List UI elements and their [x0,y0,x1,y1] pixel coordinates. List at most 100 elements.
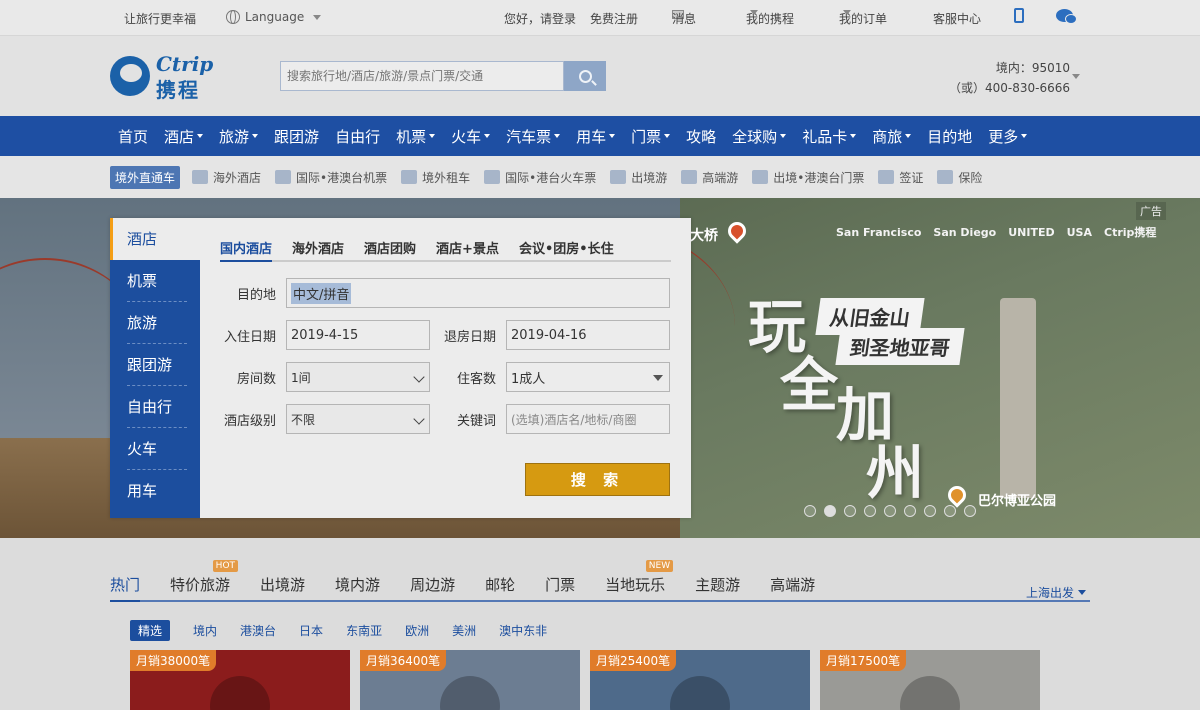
subnav-item[interactable]: 国际•港台火车票 [484,169,596,186]
checkin-value: 2019-4-15 [291,327,359,343]
region-filter[interactable]: 美洲 [452,622,476,639]
product-tab[interactable]: 主题游 [695,572,740,602]
nav-item[interactable]: 门票 [623,126,678,147]
region-filter[interactable]: 日本 [299,622,323,639]
subnav-icon [275,170,292,184]
products-section: 热门 特价旅游 HOT 出境游 境内游 周边游 邮轮 门票 当地玩乐 NEW 主题游 高端游 上海出发… [0,538,1200,710]
subnav-item[interactable]: 境外租车 [401,169,470,186]
guests-select[interactable]: 1成人 [506,362,670,392]
main-nav: 首页 酒店 旅游 跟团游 自由行 机票 火车 汽车票 用车 门票 攻略 全球购 礼品卡 商旅 目的地 更多 [0,116,1200,156]
keyword-input[interactable]: (选填)酒店名/地标/商圈 [506,404,670,434]
region-filter[interactable]: 港澳台 [240,622,276,639]
product-tab-label: 出境游 [260,576,306,594]
subnav-item[interactable]: 高端游 [681,169,738,186]
product-card[interactable]: 月销36400笔 [360,650,580,710]
subnav-item[interactable]: 签证 [878,169,923,186]
service-center-link[interactable]: 客服中心 [933,10,981,27]
language-selector[interactable]: Language [226,10,322,24]
checkin-date-input[interactable]: 2019-4-15 [286,320,430,350]
product-tab[interactable]: 当地玩乐 NEW [605,560,674,602]
carousel-dot[interactable] [824,505,836,517]
subnav-item[interactable]: 出境•港澳台门票 [752,169,864,186]
hotel-search-button[interactable]: 搜 索 [525,463,670,496]
region-filter[interactable]: 精选 [130,620,171,641]
login-link[interactable]: 您好，请登录 [504,10,576,27]
product-card[interactable]: 月销38000笔 [130,650,350,710]
region-filter[interactable]: 境内 [193,622,217,639]
carousel-dot[interactable] [944,505,956,517]
product-tab[interactable]: 门票 [545,572,575,602]
hotel-tab[interactable]: 酒店+景点 [436,238,499,262]
chevron-down-icon [780,134,787,138]
destination-input[interactable]: 中文/拼音 [286,278,670,308]
product-tab[interactable]: 境内游 [335,572,380,602]
nav-item[interactable]: 酒店 [156,126,211,147]
ctrip-logo[interactable]: Ctrip 携程 [110,52,230,102]
nav-item[interactable]: 旅游 [211,126,266,147]
departure-city-select[interactable]: 上海出发 [1026,584,1086,601]
subnav-item[interactable]: 海外酒店 [192,169,261,186]
subnav-item[interactable]: 国际•港澳台机票 [275,169,387,186]
product-tab[interactable]: 特价旅游 HOT [170,560,239,602]
region-filter[interactable]: 澳中东非 [499,622,547,639]
carousel-dot[interactable] [964,505,976,517]
product-tab[interactable]: 出境游 [260,572,305,602]
nav-item[interactable]: 火车 [443,126,498,147]
slogan: 让旅行更幸福 [124,12,197,26]
nav-item[interactable]: 跟团游 [266,126,327,147]
checkout-date-input[interactable]: 2019-04-16 [506,320,670,350]
subnav-item-label: 国际•港澳台机票 [296,170,388,185]
booking-side-item[interactable]: 火车 [110,428,200,470]
search-input[interactable] [280,61,564,91]
subnav-item[interactable]: 出境游 [610,169,667,186]
booking-side-item[interactable]: 跟团游 [110,344,200,386]
hotel-tab[interactable]: 酒店团购 [364,238,416,262]
nav-item-label: 商旅 [872,127,903,146]
nav-item-label: 全球购 [732,127,778,146]
region-filter[interactable]: 欧洲 [405,622,429,639]
nav-item[interactable]: 目的地 [919,126,980,147]
booking-side-item[interactable]: 用车 [110,470,200,512]
product-tab[interactable]: 热门 [110,572,141,602]
carousel-dot[interactable] [884,505,896,517]
carousel-dot[interactable] [864,505,876,517]
nav-item[interactable]: 更多 [980,126,1035,147]
nav-item[interactable]: 商旅 [864,126,919,147]
region-filter[interactable]: 东南亚 [346,622,382,639]
carousel-dot[interactable] [844,505,856,517]
product-card[interactable]: 月销17500笔 [820,650,1040,710]
nav-item[interactable]: 用车 [568,126,623,147]
carousel-dots [804,505,976,517]
hotel-tab[interactable]: 海外酒店 [292,238,344,262]
nav-item[interactable]: 全球购 [724,126,794,147]
carousel-dot[interactable] [804,505,816,517]
rooms-select[interactable]: 1间 [286,362,430,392]
sales-badge: 月销38000笔 [130,650,217,671]
register-link[interactable]: 免费注册 [590,10,638,27]
product-tab[interactable]: 邮轮 [485,572,515,602]
nav-item[interactable]: 攻略 [678,126,724,147]
hotel-tab[interactable]: 国内酒店 [220,238,273,262]
subnav-item[interactable]: 保险 [937,169,982,186]
product-card[interactable]: 月销25400笔 [590,650,810,710]
checkin-row: 入住日期 2019-4-15 [220,320,430,350]
carousel-dot[interactable] [904,505,916,517]
nav-item[interactable]: 首页 [110,126,156,147]
product-tab[interactable]: 高端游 [770,572,815,602]
nav-item-label: 酒店 [164,127,195,146]
hotel-tab[interactable]: 会议•团房•长住 [519,238,614,262]
nav-item[interactable]: 汽车票 [498,126,568,147]
hotline[interactable]: 境内：95010 （或）400-830-6666 [949,58,1080,98]
hotel-level-select[interactable]: 不限 [286,404,430,434]
product-tab[interactable]: 周边游 [410,572,455,602]
booking-side-item[interactable]: 机票 [110,260,200,302]
booking-side-item[interactable]: 酒店 [110,218,200,260]
nav-item[interactable]: 礼品卡 [794,126,864,147]
booking-side-item[interactable]: 旅游 [110,302,200,344]
booking-side-item[interactable]: 自由行 [110,386,200,428]
nav-item[interactable]: 机票 [388,126,443,147]
search-button[interactable] [564,61,606,91]
carousel-dot[interactable] [924,505,936,517]
subnav-icon [610,170,627,184]
nav-item[interactable]: 自由行 [327,126,388,147]
